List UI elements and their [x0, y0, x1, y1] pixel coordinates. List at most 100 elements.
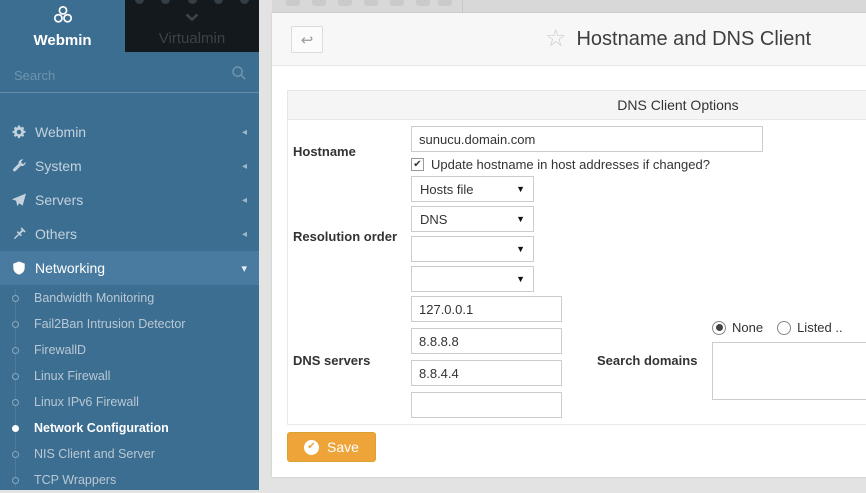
- bullet-icon: [12, 295, 19, 302]
- radio-listed-label: Listed ..: [797, 320, 843, 335]
- dropdown-caret-icon: ▼: [516, 214, 525, 224]
- chevron-down-icon: [185, 9, 199, 26]
- selected-option: Hosts file: [420, 182, 473, 197]
- sidebar-search: [0, 58, 259, 93]
- tab-virtualmin-label: Virtualmin: [159, 30, 225, 47]
- chevron-left-icon: ◂: [242, 127, 247, 138]
- panel-header: DNS Client Options: [287, 90, 866, 120]
- search-domains-label: Search domains: [597, 296, 712, 424]
- update-hostname-checkbox-row: Update hostname in host addresses if cha…: [411, 157, 866, 172]
- update-hostname-checkbox[interactable]: [411, 158, 424, 171]
- submenu-label: Fail2Ban Intrusion Detector: [34, 317, 185, 331]
- save-button-label: Save: [327, 439, 359, 455]
- gavel-icon: [12, 227, 35, 241]
- sidebar-item-fail2ban[interactable]: Fail2Ban Intrusion Detector: [0, 311, 259, 337]
- dns-server-input-4[interactable]: [411, 392, 562, 418]
- sidebar-item-system[interactable]: System ◂: [0, 149, 259, 183]
- save-button[interactable]: Save: [287, 432, 376, 462]
- sidebar-item-network-configuration[interactable]: Network Configuration: [0, 415, 259, 441]
- panel-title: DNS Client Options: [617, 97, 738, 113]
- search-domains-radio-row: None Listed ..: [712, 320, 866, 335]
- dns-server-input-3[interactable]: [411, 360, 562, 386]
- sidebar-item-nis-client-server[interactable]: NIS Client and Server: [0, 441, 259, 467]
- bullet-icon: [12, 477, 19, 484]
- content-card: ↩ ☆ Hostname and DNS Client DNS Client O…: [272, 13, 866, 477]
- favorite-star-icon[interactable]: ☆: [545, 27, 567, 51]
- gear-icon: [12, 125, 35, 139]
- actions-bar: Save: [272, 425, 866, 462]
- dns-server-input-1[interactable]: [411, 296, 562, 322]
- shield-icon: [12, 261, 35, 275]
- submenu-label: Linux IPv6 Firewall: [34, 395, 139, 409]
- radio-none[interactable]: [712, 321, 726, 335]
- radio-listed[interactable]: [777, 321, 791, 335]
- back-button[interactable]: ↩: [291, 26, 323, 53]
- search-domains-controls: None Listed ..: [712, 296, 866, 424]
- resolution-select-2[interactable]: DNS ▼: [411, 206, 534, 232]
- bullet-icon: [12, 347, 19, 354]
- sidebar-item-linux-firewall[interactable]: Linux Firewall: [0, 363, 259, 389]
- bullet-icon: [12, 425, 19, 432]
- webmin-logo-icon: [52, 4, 74, 31]
- bullet-icon: [12, 451, 19, 458]
- submenu-label: Bandwidth Monitoring: [34, 291, 154, 305]
- resolution-select-3[interactable]: ▼: [411, 236, 534, 262]
- sidebar-item-others[interactable]: Others ◂: [0, 217, 259, 251]
- search-input[interactable]: [12, 67, 231, 84]
- hostname-label: Hostname: [288, 126, 411, 176]
- sidebar-item-label: Webmin: [35, 124, 86, 140]
- sidebar-item-networking[interactable]: Networking ▾: [0, 251, 259, 285]
- radio-none-label: None: [732, 320, 763, 335]
- search-domains-textarea[interactable]: [712, 342, 866, 400]
- panel-body: Hostname Update hostname in host address…: [287, 120, 866, 425]
- back-arrow-icon: ↩: [301, 31, 314, 49]
- sidebar: Webmin Virtualmin Webmin ◂ System: [0, 0, 259, 490]
- tab-webmin[interactable]: Webmin: [0, 0, 125, 52]
- submenu-label: NIS Client and Server: [34, 447, 155, 461]
- hostname-input[interactable]: [411, 126, 763, 152]
- dropdown-caret-icon: ▼: [516, 274, 525, 284]
- dns-servers-inputs: [411, 296, 597, 424]
- clipped-toolbar-icons: [135, 0, 249, 4]
- check-circle-icon: [304, 440, 319, 455]
- selected-option: DNS: [420, 212, 447, 227]
- submenu-label: Linux Firewall: [34, 369, 110, 383]
- sidebar-categories: Webmin ◂ System ◂ Servers ◂ Others ◂: [0, 115, 259, 285]
- chevron-left-icon: ◂: [242, 161, 247, 172]
- sidebar-item-servers[interactable]: Servers ◂: [0, 183, 259, 217]
- resolution-select-1[interactable]: Hosts file ▼: [411, 176, 534, 202]
- bullet-icon: [12, 373, 19, 380]
- sidebar-item-webmin[interactable]: Webmin ◂: [0, 115, 259, 149]
- sidebar-item-linux-ipv6-firewall[interactable]: Linux IPv6 Firewall: [0, 389, 259, 415]
- update-hostname-checkbox-label: Update hostname in host addresses if cha…: [431, 157, 710, 172]
- chevron-down-icon: ▾: [241, 262, 247, 275]
- dns-servers-label: DNS servers: [288, 296, 411, 424]
- page-header: ↩ ☆ Hostname and DNS Client: [272, 13, 866, 66]
- paper-plane-icon: [12, 193, 35, 207]
- resolution-order-label: Resolution order: [288, 176, 411, 296]
- sidebar-item-bandwidth-monitoring[interactable]: Bandwidth Monitoring: [0, 285, 259, 311]
- clipped-top-toolbar: [272, 0, 866, 13]
- resolution-order-row: Resolution order Hosts file ▼ DNS ▼ ▼: [288, 176, 866, 296]
- resolution-select-4[interactable]: ▼: [411, 266, 534, 292]
- chevron-left-icon: ◂: [242, 195, 247, 206]
- sidebar-item-firewalld[interactable]: FirewallD: [0, 337, 259, 363]
- bullet-icon: [12, 321, 19, 328]
- sidebar-item-tcp-wrappers[interactable]: TCP Wrappers: [0, 467, 259, 493]
- dns-client-options-panel: DNS Client Options Hostname Update hostn…: [287, 90, 866, 425]
- dropdown-caret-icon: ▼: [516, 244, 525, 254]
- sidebar-item-label: Servers: [35, 192, 83, 208]
- hostname-row: Hostname Update hostname in host address…: [288, 126, 866, 176]
- submenu-label: TCP Wrappers: [34, 473, 116, 487]
- sidebar-item-label: Others: [35, 226, 77, 242]
- sidebar-item-label: System: [35, 158, 82, 174]
- tab-webmin-label: Webmin: [33, 32, 91, 49]
- dropdown-caret-icon: ▼: [516, 184, 525, 194]
- submenu-label: Network Configuration: [34, 421, 169, 435]
- dns-servers-row: DNS servers Search domains None: [288, 296, 866, 424]
- dns-server-input-2[interactable]: [411, 328, 562, 354]
- bullet-icon: [12, 399, 19, 406]
- sidebar-tabs: Webmin Virtualmin: [0, 0, 259, 52]
- tab-virtualmin[interactable]: Virtualmin: [125, 0, 259, 52]
- search-icon: [231, 65, 247, 86]
